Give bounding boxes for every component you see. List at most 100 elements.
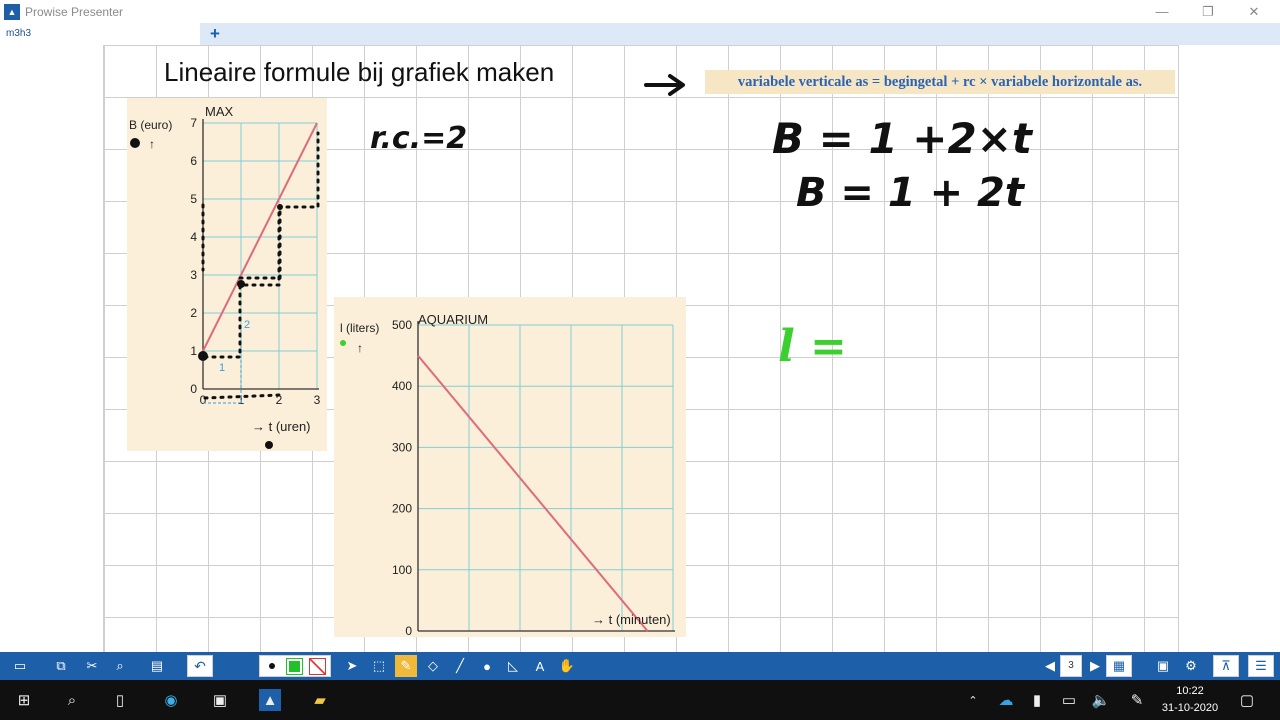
graph-aquarium-y-tick: 100 — [392, 563, 412, 577]
task-view-icon[interactable]: ▯ — [109, 689, 131, 711]
volume-icon[interactable]: 🔈 — [1090, 689, 1112, 711]
graph-max-x-tick: 2 — [276, 393, 283, 407]
pen-workspace-icon[interactable]: ✎ — [1126, 689, 1148, 711]
graph-aquarium-x-tick: 4 — [619, 635, 626, 637]
graph-max-yarrow: ↑ — [149, 137, 155, 151]
pointer-icon[interactable]: ➤ — [341, 655, 363, 677]
graph-max-title: MAX — [205, 104, 234, 119]
graph-max-x-tick: 3 — [314, 393, 321, 407]
graph-max-y-tick: 3 — [190, 268, 197, 282]
undo-button[interactable]: ↶ — [187, 655, 213, 677]
text-icon[interactable]: A — [529, 655, 551, 677]
graph-aquarium-y-tick: 200 — [392, 502, 412, 516]
page-number[interactable]: 3 — [1060, 655, 1082, 677]
page-overview-button[interactable]: ▦ — [1106, 655, 1132, 677]
select-icon[interactable]: ⬚ — [368, 655, 390, 677]
onedrive-icon[interactable]: ☁ — [995, 689, 1017, 711]
file-explorer-icon[interactable]: ▰ — [309, 689, 331, 711]
graph-aquarium-x-tick: 2 — [517, 635, 524, 637]
graph-max-y-tick: 4 — [190, 230, 197, 244]
graph-max-ylabel: B (euro) — [129, 118, 172, 132]
graph-aquarium-series-line — [417, 354, 649, 632]
presenter-button[interactable]: ⊼ — [1213, 655, 1239, 677]
add-tab-button[interactable]: + — [205, 24, 225, 44]
tab-strip: m3h3 + — [0, 23, 1280, 45]
hand-icon[interactable]: ✋ — [556, 655, 578, 677]
close-icon[interactable]: ✕ — [1231, 0, 1277, 23]
graph-aquarium-title: AQUARIUM — [418, 312, 488, 327]
graph-max-card: 012301234567 MAX B (euro) ↑ → t (uren) 1… — [127, 98, 327, 451]
ruler-icon[interactable]: ◺ — [502, 655, 524, 677]
windows-start-icon[interactable]: ⊞ — [13, 689, 35, 711]
presenter-icon: ⊼ — [1221, 658, 1231, 673]
highlighter-icon[interactable]: ✎ — [395, 655, 417, 677]
graph-aquarium-yarrow: ↑ — [357, 341, 363, 355]
graph-max-x-tick: 0 — [200, 393, 207, 407]
tab-m3h3[interactable]: m3h3 — [0, 23, 200, 45]
display-icon[interactable]: ▣ — [1152, 655, 1174, 677]
zoom-icon[interactable]: ⌕ — [109, 655, 131, 677]
graph-aquarium-y-tick: 0 — [405, 624, 412, 637]
graph-max: 012301234567 MAX B (euro) ↑ → t (uren) 1… — [129, 104, 321, 434]
graph-max-y-tick: 7 — [190, 116, 197, 130]
store-icon[interactable]: ▣ — [209, 689, 231, 711]
graph-aquarium-xlabel: → t (minuten) — [592, 612, 671, 627]
graph-max-step-x: 1 — [219, 362, 225, 374]
window-icon[interactable]: ▤ — [146, 655, 168, 677]
title-bar: ▲ Prowise Presenter — ❐ ✕ — [0, 0, 1280, 23]
line-icon[interactable]: ╱ — [449, 655, 471, 677]
graph-aquarium-x-tick: 1 — [466, 635, 473, 637]
prowise-app-icon: ▲ — [4, 3, 20, 20]
grid-icon: ▦ — [1112, 658, 1126, 673]
undo-icon: ↶ — [194, 658, 206, 674]
graph-aquarium-ylabel: l (liters) — [340, 321, 379, 335]
prev-page-icon[interactable]: ◀ — [1039, 655, 1061, 677]
prowise-taskbar-icon[interactable]: ▲ — [259, 689, 281, 711]
pen-none-swatch[interactable] — [309, 658, 326, 675]
graph-max-y-tick: 2 — [190, 306, 197, 320]
pen-green-swatch[interactable] — [286, 658, 303, 675]
minimize-icon[interactable]: — — [1139, 0, 1185, 23]
next-page-icon[interactable]: ▶ — [1084, 655, 1106, 677]
settings-icon[interactable]: ⚙ — [1180, 655, 1202, 677]
microphone-icon[interactable]: ▮ — [1026, 689, 1048, 711]
graph-max-y-tick: 1 — [190, 344, 197, 358]
graph-aquarium-x-tick: 3 — [568, 635, 575, 637]
cards-icon[interactable]: ⧉ — [50, 655, 72, 677]
presenter-toolbar: ▭ ⧉ ✂ ⌕ ▤ ↶ ➤ ⬚ ✎ ◇ ╱ ● ◺ A ✋ ◀ 3 ▶ ▦ ▣ … — [0, 652, 1280, 680]
whiteboard-canvas[interactable]: Lineaire formule bij grafiek maken varia… — [0, 45, 1280, 652]
graph-max-step-y: 2 — [244, 319, 250, 331]
slide-title: Lineaire formule bij grafiek maken — [164, 57, 555, 87]
graph-aquarium-y-tick: 500 — [392, 318, 412, 332]
page-number-label: 3 — [1068, 660, 1074, 671]
pen-color-picker — [259, 655, 331, 677]
windows-taskbar: ⊞ ⌕ ▯ ◉ ▣ ▲ ▰ ⌃ ☁ ▮ ▭ 🔈 ✎ 10:22 31-10-20… — [0, 680, 1280, 720]
graph-max-y-tick: 6 — [190, 154, 197, 168]
menu-button[interactable]: ☰ — [1248, 655, 1274, 677]
graph-max-y-tick: 5 — [190, 192, 197, 206]
tools-icon[interactable]: ✂ — [81, 655, 103, 677]
search-icon[interactable]: ⌕ — [61, 689, 83, 711]
menu-icon: ☰ — [1255, 658, 1267, 673]
battery-icon[interactable]: ▭ — [1058, 689, 1080, 711]
taskbar-clock[interactable]: 10:22 31-10-2020 — [1150, 683, 1230, 717]
folder-icon[interactable]: ▭ — [9, 655, 31, 677]
shape-icon[interactable]: ● — [476, 655, 498, 677]
chevron-up-icon[interactable]: ⌃ — [962, 689, 984, 711]
formula-box: variabele verticale as = begingetal + rc… — [705, 70, 1175, 94]
eraser-icon[interactable]: ◇ — [422, 655, 444, 677]
graph-aquarium: 0 1 2 3 4 5 0 100 200 300 400 500 AQUARIUM l (liter… — [340, 312, 677, 649]
graph-aquarium-x-tick: 5 — [670, 635, 677, 637]
restore-icon[interactable]: ❐ — [1185, 0, 1231, 23]
graph-aquarium-y-tick: 400 — [392, 379, 412, 393]
notifications-icon[interactable]: ▢ — [1236, 689, 1258, 711]
graph-max-xlabel: → t (uren) — [252, 419, 311, 434]
edge-icon[interactable]: ◉ — [160, 689, 182, 711]
graph-max-y-tick: 0 — [190, 382, 197, 396]
clock-date: 31-10-2020 — [1161, 702, 1219, 714]
graph-aquarium-y-tick: 300 — [392, 440, 412, 454]
graph-aquarium-x-tick: 0 — [415, 635, 422, 637]
window-title: Prowise Presenter — [25, 4, 124, 19]
clock-time: 10:22 — [1176, 685, 1204, 697]
pen-black-swatch[interactable] — [269, 663, 275, 669]
